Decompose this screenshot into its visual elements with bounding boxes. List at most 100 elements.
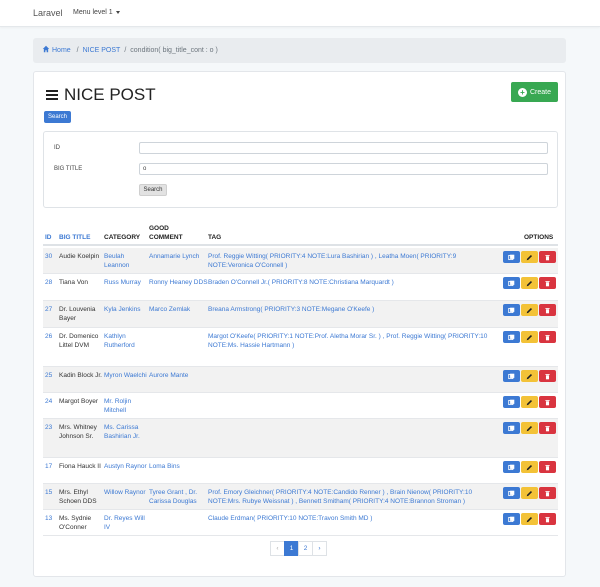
row-category-link[interactable]: Austyn Raynor [104, 462, 148, 471]
row-tag-link[interactable]: Margot O'Keefe( PRIORITY:1 NOTE:Prof. Al… [208, 332, 502, 350]
menu-level-1-dropdown[interactable]: Menu level 1 [73, 9, 120, 16]
column-header-big-title[interactable]: BIG TITLE [59, 233, 90, 242]
pencil-icon [526, 307, 533, 313]
edit-button[interactable] [521, 277, 538, 289]
row-good-comment-link[interactable]: Loma Bins [149, 462, 209, 471]
row-tag-link[interactable]: Prof. Emory Gleichner( PRIORITY:4 NOTE:C… [208, 488, 502, 506]
edit-button[interactable] [521, 422, 538, 434]
row-options [503, 251, 556, 263]
edit-button[interactable] [521, 513, 538, 525]
search-toggle-button[interactable]: Search [44, 111, 71, 123]
row-good-comment-link[interactable]: Annamarie Lynch [149, 252, 209, 261]
view-button[interactable] [503, 370, 520, 382]
edit-button[interactable] [521, 251, 538, 263]
menu-level-1-label: Menu level 1 [73, 9, 113, 16]
column-header-id[interactable]: ID [45, 233, 52, 242]
breadcrumb-current: condition( big_title_cont : o ) [130, 47, 218, 54]
row-good-comment-link[interactable]: Aurore Mante [149, 371, 209, 380]
row-id-link[interactable]: 27 [45, 305, 57, 314]
delete-button[interactable] [539, 487, 556, 499]
pencil-icon [526, 516, 533, 522]
delete-button[interactable] [539, 396, 556, 408]
id-field-label: ID [54, 145, 60, 151]
row-category-link[interactable]: Myron Waelchi [104, 371, 148, 380]
row-category-link[interactable]: Beulah Leannon [104, 252, 148, 270]
trash-icon [545, 399, 550, 405]
delete-button[interactable] [539, 251, 556, 263]
delete-button[interactable] [539, 513, 556, 525]
row-category-link[interactable]: Kathlyn Rutherford [104, 332, 148, 350]
row-id-link[interactable]: 26 [45, 332, 57, 341]
row-tag-link[interactable]: Claude Erdman( PRIORITY:10 NOTE:Travon S… [208, 514, 502, 523]
delete-button[interactable] [539, 461, 556, 473]
delete-button[interactable] [539, 370, 556, 382]
row-category-link[interactable]: Kyla Jenkins [104, 305, 148, 314]
row-id-link[interactable]: 25 [45, 371, 57, 380]
filter-search-button[interactable]: Search [139, 184, 167, 196]
delete-button[interactable] [539, 277, 556, 289]
view-button[interactable] [503, 251, 520, 263]
row-good-comment-link[interactable]: Ronny Heaney DDS [149, 278, 209, 287]
row-options [503, 513, 556, 525]
table-row: 30 Audie Koelpin Beulah Leannon Annamarie L… [43, 248, 558, 274]
trash-icon [545, 373, 550, 379]
row-id-link[interactable]: 24 [45, 397, 57, 406]
row-good-comment-link[interactable]: Tyree Grant , Dr. Carissa Douglas [149, 488, 209, 506]
row-category-link[interactable]: Ms. Carissa Bashirian Jr. [104, 423, 148, 441]
row-id-link[interactable]: 23 [45, 423, 57, 432]
pagination-page-1[interactable]: 1 [284, 541, 299, 556]
column-header-category: CATEGORY [104, 234, 141, 241]
edit-button[interactable] [521, 370, 538, 382]
edit-button[interactable] [521, 304, 538, 316]
view-icon [508, 280, 515, 286]
pagination-page-2[interactable]: 2 [298, 541, 313, 556]
row-good-comment-link[interactable]: Marco Zemlak [149, 305, 209, 314]
trash-icon [545, 425, 550, 431]
edit-button[interactable] [521, 487, 538, 499]
breadcrumb-home[interactable]: Home [42, 45, 73, 54]
table-row: 13 Ms. Sydnie O'Conner Dr. Reyes Will IV Cl… [43, 510, 558, 536]
view-button[interactable] [503, 513, 520, 525]
delete-button[interactable] [539, 304, 556, 316]
home-icon [42, 45, 50, 53]
row-tag-link[interactable]: Prof. Reggie Witting( PRIORITY:4 NOTE:Lu… [208, 252, 502, 270]
view-button[interactable] [503, 461, 520, 473]
pencil-icon [526, 254, 533, 260]
row-id-link[interactable]: 30 [45, 252, 57, 261]
breadcrumb-nice-post[interactable]: NICE POST [83, 47, 121, 54]
row-category-link[interactable]: Mr. Roljin Mitchell [104, 397, 148, 415]
row-options [503, 370, 556, 382]
view-button[interactable] [503, 422, 520, 434]
caret-down-icon [115, 10, 120, 14]
row-category-link[interactable]: Russ Murray [104, 278, 148, 287]
view-button[interactable] [503, 331, 520, 343]
view-button[interactable] [503, 487, 520, 499]
row-category-link[interactable]: Dr. Reyes Will IV [104, 514, 148, 532]
edit-button[interactable] [521, 396, 538, 408]
row-category-link[interactable]: Willow Raynor [104, 488, 148, 497]
view-button[interactable] [503, 396, 520, 408]
row-id-link[interactable]: 28 [45, 278, 57, 287]
big-title-input[interactable]: o [139, 163, 548, 175]
row-big-title: Ms. Sydnie O'Conner [59, 515, 92, 531]
column-header-good-comment: GOOD COMMENT [149, 225, 183, 241]
row-tag-link[interactable]: Braden O'Connell Jr.( PRIORITY:8 NOTE:Ch… [208, 278, 502, 287]
row-id-link[interactable]: 17 [45, 462, 57, 471]
view-button[interactable] [503, 277, 520, 289]
row-id-link[interactable]: 15 [45, 488, 57, 497]
row-id-link[interactable]: 13 [45, 514, 57, 523]
table-row: 15 Mrs. Ethyl Schoen DDS Willow Raynor Tyre… [43, 484, 558, 510]
row-tag-link[interactable]: Breana Armstrong( PRIORITY:3 NOTE:Megane… [208, 305, 502, 314]
table-row: 28 Tiana Von Russ Murray Ronny Heaney DDS Br… [43, 274, 558, 301]
create-button[interactable]: + Create [511, 82, 558, 102]
id-input[interactable] [139, 142, 548, 154]
edit-button[interactable] [521, 461, 538, 473]
trash-icon [545, 307, 550, 313]
delete-button[interactable] [539, 331, 556, 343]
delete-button[interactable] [539, 422, 556, 434]
view-button[interactable] [503, 304, 520, 316]
brand-link[interactable]: Laravel [33, 8, 63, 18]
pagination-prev[interactable]: ‹ [270, 541, 285, 556]
edit-button[interactable] [521, 331, 538, 343]
pagination-next[interactable]: › [312, 541, 327, 556]
